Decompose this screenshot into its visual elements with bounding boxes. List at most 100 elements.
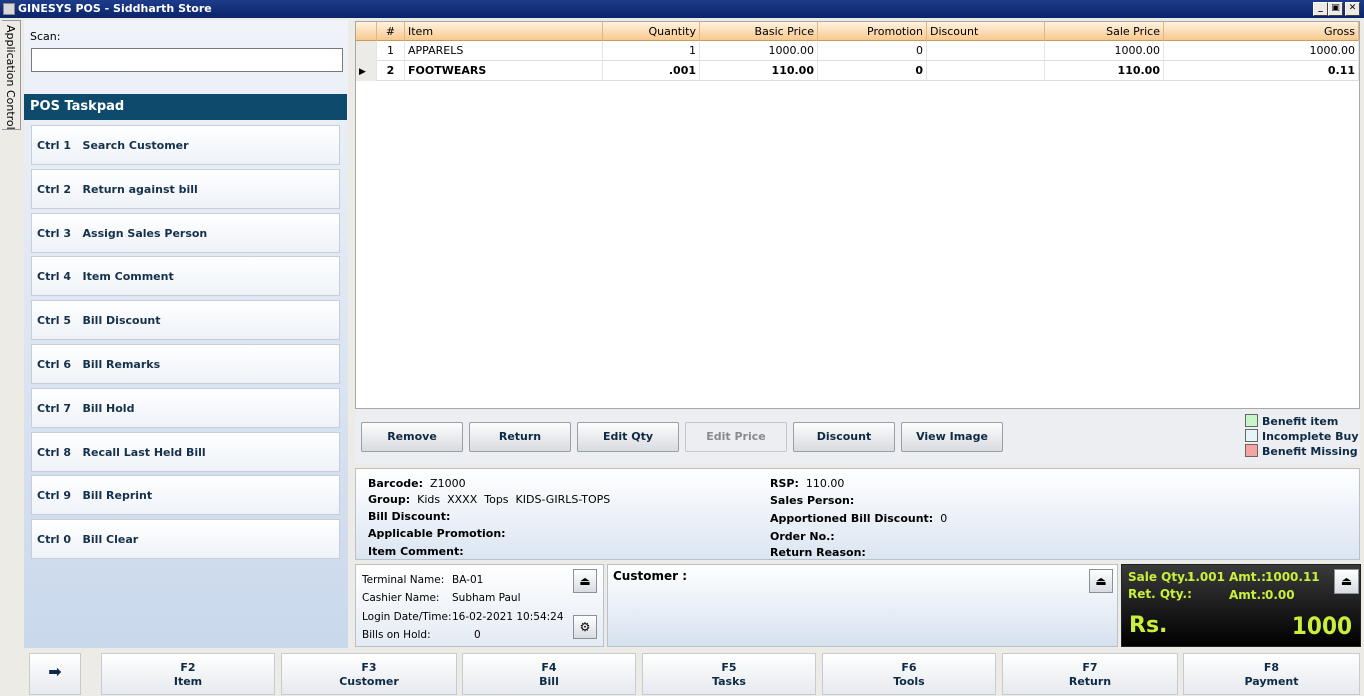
col-header-item[interactable]: Item (405, 22, 603, 41)
cell-qty[interactable]: 1 (603, 41, 700, 61)
task-label: Return against bill (82, 182, 198, 196)
applicable-promotion-label: Applicable Promotion: (368, 527, 506, 540)
task-bill-remarks[interactable]: Ctrl 6 Bill Remarks (31, 344, 340, 384)
cashier-label: Cashier Name: (362, 592, 440, 604)
cell-sale[interactable]: 110.00 (1045, 61, 1164, 81)
fkey-item-button[interactable]: F2 Item (101, 653, 275, 695)
application-control-label: Application Control (4, 25, 17, 130)
eject-up-icon: ⏏ (1095, 574, 1107, 588)
task-shortcut: Ctrl 8 (37, 445, 72, 459)
sales-person-label: Sales Person: (770, 494, 855, 507)
fkey-key: F3 (361, 661, 377, 674)
customer-expand-button[interactable]: ⏏ (1089, 569, 1113, 593)
return-button[interactable]: Return (469, 422, 571, 452)
cell-sale[interactable]: 1000.00 (1045, 41, 1164, 61)
cell-promo[interactable]: 0 (818, 41, 927, 61)
eject-up-icon: ⏏ (579, 574, 591, 588)
fkey-bill-button[interactable]: F4 Bill (462, 653, 636, 695)
table-row[interactable]: 1 APPARELS 1 1000.00 0 1000.00 1000.00 (356, 41, 1359, 61)
row-selector[interactable] (356, 41, 377, 61)
task-shortcut: Ctrl 7 (37, 401, 72, 415)
task-recall-last-held-bill[interactable]: Ctrl 8 Recall Last Held Bill (31, 431, 340, 472)
fkey-label: Payment (1244, 675, 1299, 688)
sale-amt-label: Amt.: (1229, 570, 1266, 584)
taskpad-title: POS Taskpad (24, 94, 347, 120)
scan-input[interactable] (31, 48, 343, 72)
fkey-key: F4 (541, 661, 557, 674)
cell-item[interactable]: FOOTWEARS (405, 61, 603, 81)
application-control-tab[interactable]: Application Control (2, 20, 21, 130)
task-label: Bill Clear (82, 533, 139, 547)
navigate-button[interactable]: ➡ (29, 653, 81, 695)
fkey-customer-button[interactable]: F3 Customer (281, 653, 457, 695)
table-row[interactable]: ▶ 2 FOOTWEARS .001 110.00 0 110.00 0.11 (356, 61, 1359, 81)
item-comment-label: Item Comment: (368, 545, 464, 558)
task-search-customer[interactable]: Ctrl 1 Search Customer (31, 125, 340, 165)
cell-gross[interactable]: 0.11 (1164, 61, 1359, 81)
cell-disc[interactable] (927, 61, 1045, 81)
grid-corner (356, 22, 377, 41)
item-grid[interactable]: # Item Quantity Basic Price Promotion Di… (355, 21, 1360, 409)
cell-basic[interactable]: 1000.00 (700, 41, 818, 61)
fkey-key: F2 (180, 661, 196, 674)
cell-promo[interactable]: 0 (818, 61, 927, 81)
bills-on-hold-label: Bills on Hold: (362, 629, 431, 641)
col-header-quantity[interactable]: Quantity (603, 22, 700, 41)
col-header-sale-price[interactable]: Sale Price (1045, 22, 1164, 41)
task-bill-reprint[interactable]: Ctrl 9 Bill Reprint (31, 475, 340, 516)
fkey-payment-button[interactable]: F8 Payment (1183, 653, 1360, 695)
terminal-expand-button[interactable]: ⏏ (573, 569, 597, 593)
col-header-discount[interactable]: Discount (927, 22, 1045, 41)
legend-swatch (1245, 444, 1258, 457)
legend-benefit-missing: Benefit Missing (1245, 444, 1358, 458)
fkey-tools-button[interactable]: F6 Tools (822, 653, 996, 695)
cell-item[interactable]: APPARELS (405, 41, 603, 61)
fkey-tasks-button[interactable]: F5 Tasks (642, 653, 816, 695)
minimize-button[interactable]: _ (1313, 2, 1328, 16)
cell-qty[interactable]: .001 (603, 61, 700, 81)
cell-no[interactable]: 1 (377, 41, 405, 61)
discount-button[interactable]: Discount (793, 422, 895, 452)
task-shortcut: Ctrl 5 (37, 314, 72, 328)
maximize-button[interactable]: ▣ (1328, 2, 1343, 16)
task-shortcut: Ctrl 1 (37, 139, 72, 152)
legend-swatch (1245, 429, 1258, 442)
sale-qty-label: Sale Qty.: (1128, 570, 1194, 584)
task-bill-clear[interactable]: Ctrl 0 Bill Clear (31, 519, 340, 560)
cell-no[interactable]: 2 (377, 61, 405, 81)
col-header-promotion[interactable]: Promotion (818, 22, 927, 41)
cell-basic[interactable]: 110.00 (700, 61, 818, 81)
ret-qty-label: Ret. Qty.: (1128, 587, 1192, 601)
task-assign-sales-person[interactable]: Ctrl 3 Assign Sales Person (31, 212, 340, 253)
cell-disc[interactable] (927, 41, 1045, 61)
view-image-button[interactable]: View Image (901, 422, 1003, 452)
bills-on-hold-value: 0 (474, 629, 481, 641)
rsp-value: 110.00 (805, 477, 845, 490)
task-item-comment[interactable]: Ctrl 4 Item Comment (31, 256, 340, 297)
task-label: Assign Sales Person (82, 226, 208, 240)
edit-qty-button[interactable]: Edit Qty (577, 422, 679, 452)
task-return-against-bill[interactable]: Ctrl 2 Return against bill (31, 168, 340, 209)
fkey-return-button[interactable]: F7 Return (1002, 653, 1178, 695)
remove-button[interactable]: Remove (361, 422, 463, 452)
close-button[interactable]: ✕ (1345, 2, 1360, 16)
ret-amt-label: Amt.: (1229, 588, 1266, 602)
group-value: Kids XXXX Tops KIDS-GIRLS-TOPS (417, 493, 611, 506)
fkey-label: Return (1068, 675, 1112, 688)
fkey-label: Bill (539, 675, 559, 688)
totals-panel: Sale Qty.: 1.001 Amt.: 1000.11 Ret. Qty.… (1121, 564, 1361, 647)
eject-up-icon: ⏏ (1340, 574, 1353, 588)
edit-price-button[interactable]: Edit Price (685, 422, 787, 452)
task-bill-hold[interactable]: Ctrl 7 Bill Hold (31, 387, 340, 428)
cell-gross[interactable]: 1000.00 (1164, 41, 1359, 61)
legend-benefit-item: Benefit item (1245, 414, 1338, 428)
totals-expand-button[interactable]: ⏏ (1334, 569, 1359, 594)
col-header-gross[interactable]: Gross (1164, 22, 1359, 41)
col-header-basic-price[interactable]: Basic Price (700, 22, 818, 41)
task-shortcut: Ctrl 6 (37, 358, 72, 371)
row-selector[interactable]: ▶ (356, 61, 377, 81)
col-header-no[interactable]: # (377, 22, 405, 41)
terminal-settings-button[interactable]: ⚙ (573, 615, 597, 639)
fkey-label: Customer (339, 675, 399, 688)
task-bill-discount[interactable]: Ctrl 5 Bill Discount (31, 300, 340, 341)
